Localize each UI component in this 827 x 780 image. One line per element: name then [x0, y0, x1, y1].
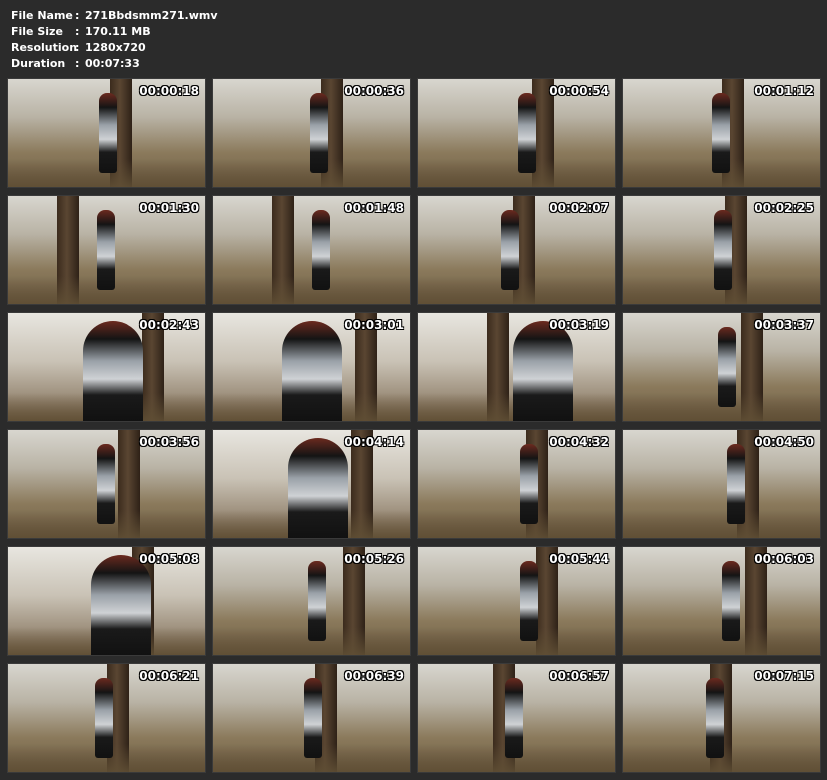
thumbnail[interactable]: 00:04:50: [622, 429, 821, 539]
figure: [303, 678, 322, 758]
thumbnail[interactable]: 00:04:14: [212, 429, 411, 539]
thumbnail[interactable]: 00:01:48: [212, 195, 411, 305]
thumbnail[interactable]: 00:06:21: [7, 663, 206, 773]
ground: [418, 510, 615, 538]
separator: :: [75, 8, 80, 22]
thumbnail[interactable]: 00:05:08: [7, 546, 206, 656]
figure: [520, 561, 539, 641]
thumbnail[interactable]: 00:00:54: [417, 78, 616, 188]
thumbnail-grid: 00:00:18 00:00:36 00:00:54 00:01:12 00:01:30…: [7, 78, 821, 773]
timestamp: 00:07:15: [754, 669, 814, 683]
timestamp: 00:01:12: [754, 84, 814, 98]
file-size-label: File Size: [11, 24, 63, 38]
thumbnail[interactable]: 00:03:19: [417, 312, 616, 422]
thumbnail[interactable]: 00:00:36: [212, 78, 411, 188]
separator: :: [75, 24, 80, 38]
figure: [721, 561, 740, 641]
timestamp: 00:03:37: [754, 318, 814, 332]
figure: [96, 210, 115, 290]
timestamp: 00:05:44: [549, 552, 609, 566]
thumbnail[interactable]: 00:02:43: [7, 312, 206, 422]
timestamp: 00:05:26: [344, 552, 404, 566]
thumbnail[interactable]: 00:00:18: [7, 78, 206, 188]
thumbnail[interactable]: 00:02:07: [417, 195, 616, 305]
figure: [713, 210, 732, 290]
thumbnail[interactable]: 00:03:56: [7, 429, 206, 539]
resolution-row: Resolution : 1280x720: [11, 39, 218, 55]
thumbnail[interactable]: 00:07:15: [622, 663, 821, 773]
duration-row: Duration : 00:07:33: [11, 55, 218, 71]
thumbnail[interactable]: 00:05:26: [212, 546, 411, 656]
timestamp: 00:01:30: [139, 201, 199, 215]
duration-label: Duration: [11, 56, 66, 70]
figure: [717, 327, 736, 407]
figure: [518, 93, 537, 173]
timestamp: 00:03:19: [549, 318, 609, 332]
timestamp: 00:00:36: [344, 84, 404, 98]
figure: [512, 321, 573, 421]
figure: [311, 210, 330, 290]
file-name-label: File Name: [11, 8, 73, 22]
figure: [727, 444, 746, 524]
timestamp: 00:06:03: [754, 552, 814, 566]
timestamp: 00:06:39: [344, 669, 404, 683]
thumbnail[interactable]: 00:02:25: [622, 195, 821, 305]
figure: [520, 444, 539, 524]
thumbnail[interactable]: 00:06:39: [212, 663, 411, 773]
figure: [287, 438, 348, 538]
thumbnail[interactable]: 00:01:12: [622, 78, 821, 188]
figure: [90, 555, 151, 655]
timestamp: 00:04:50: [754, 435, 814, 449]
thumbnail[interactable]: 00:01:30: [7, 195, 206, 305]
thumbnail[interactable]: 00:06:57: [417, 663, 616, 773]
figure: [504, 678, 523, 758]
resolution-value: 1280x720: [85, 40, 146, 54]
timestamp: 00:06:57: [549, 669, 609, 683]
thumbnail[interactable]: 00:03:01: [212, 312, 411, 422]
file-size-value: 170.11 MB: [85, 24, 151, 38]
thumbnail[interactable]: 00:05:44: [417, 546, 616, 656]
resolution-label: Resolution: [11, 40, 78, 54]
thumbnail[interactable]: 00:06:03: [622, 546, 821, 656]
timestamp: 00:02:43: [139, 318, 199, 332]
separator: :: [75, 40, 80, 54]
separator: :: [75, 56, 80, 70]
figure: [705, 678, 724, 758]
timestamp: 00:04:14: [344, 435, 404, 449]
figure: [711, 93, 730, 173]
ground: [418, 159, 615, 187]
figure: [309, 93, 328, 173]
timestamp: 00:02:07: [549, 201, 609, 215]
timestamp: 00:03:01: [344, 318, 404, 332]
figure: [98, 93, 117, 173]
figure: [500, 210, 519, 290]
timestamp: 00:04:32: [549, 435, 609, 449]
timestamp: 00:03:56: [139, 435, 199, 449]
thumbnail[interactable]: 00:03:37: [622, 312, 821, 422]
thumbnail[interactable]: 00:04:32: [417, 429, 616, 539]
timestamp: 00:06:21: [139, 669, 199, 683]
file-size-row: File Size : 170.11 MB: [11, 23, 218, 39]
timestamp: 00:01:48: [344, 201, 404, 215]
figure: [94, 678, 113, 758]
figure: [96, 444, 115, 524]
duration-value: 00:07:33: [85, 56, 140, 70]
file-name-value: 271Bbdsmm271.wmv: [85, 8, 218, 22]
ground: [418, 627, 615, 655]
file-name-row: File Name : 271Bbdsmm271.wmv: [11, 7, 218, 23]
figure: [281, 321, 342, 421]
timestamp: 00:00:54: [549, 84, 609, 98]
timestamp: 00:02:25: [754, 201, 814, 215]
figure: [82, 321, 143, 421]
ground: [623, 510, 820, 538]
figure: [307, 561, 326, 641]
file-info-header: File Name : 271Bbdsmm271.wmv File Size :…: [11, 7, 218, 71]
timestamp: 00:05:08: [139, 552, 199, 566]
timestamp: 00:00:18: [139, 84, 199, 98]
